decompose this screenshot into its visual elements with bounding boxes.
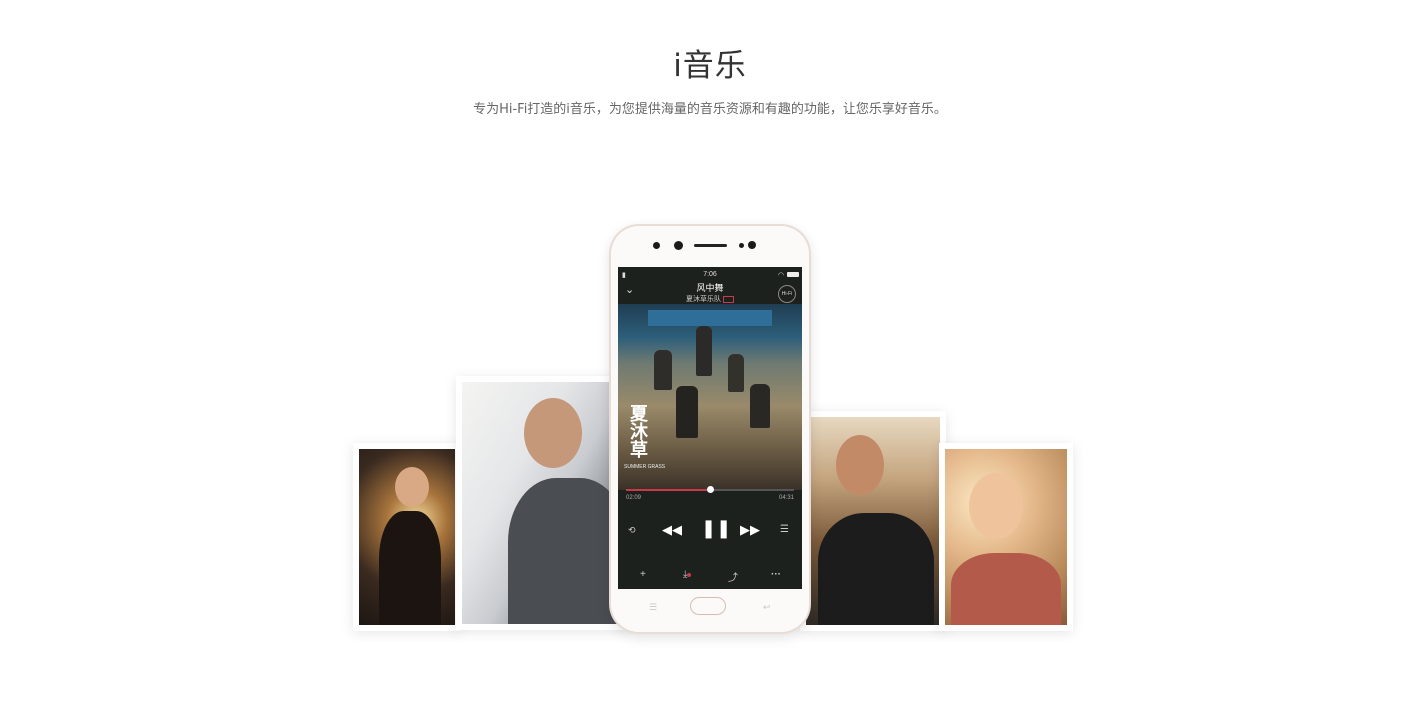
guitarist-photo	[462, 382, 622, 624]
back-key-icon[interactable]: ↩	[763, 602, 771, 613]
band-member	[750, 384, 770, 428]
album-cover-title: 夏沐草	[627, 404, 648, 458]
sq-badge	[722, 295, 734, 303]
guitarist-head	[524, 398, 582, 468]
home-button[interactable]	[690, 597, 726, 615]
album-cover: 夏沐草 SUMMER GRASS	[618, 304, 802, 490]
page-subtitle: 专为Hi-Fi打造的i音乐，为您提供海量的音乐资源和有趣的功能，让您乐享好音乐。	[473, 102, 947, 117]
more-icon[interactable]: ···	[771, 569, 781, 580]
hifi-button[interactable]: Hi-Fi	[778, 285, 796, 303]
photo-card-singer	[353, 443, 461, 631]
guitarist-body	[508, 478, 622, 624]
male-singer-body	[818, 513, 934, 625]
band-member	[696, 326, 712, 376]
download-icon[interactable]: ⤓	[683, 569, 692, 580]
earpiece-speaker	[694, 244, 727, 247]
singer-photo	[359, 449, 455, 625]
page-title: i音乐	[673, 48, 747, 84]
next-icon[interactable]: ▶▶	[740, 522, 760, 538]
band-member	[676, 386, 698, 438]
time-elapsed: 02:09	[626, 495, 642, 501]
wifi-icon: ◠	[777, 272, 784, 279]
stage-banner	[648, 310, 772, 326]
sensor-dot	[653, 242, 660, 249]
status-bar: ▮ 7:06 ◠	[618, 271, 802, 281]
singer-body	[379, 511, 441, 625]
playlist-icon[interactable]: ☰	[780, 524, 789, 535]
headphones-girl-body	[951, 553, 1061, 625]
progress-fill	[626, 489, 710, 491]
phone-mockup: ▮ 7:06 ◠ ⌄ 风中舞 夏沐草乐队 Hi-Fi 夏沐草 SUMMER GR…	[611, 226, 809, 632]
band-member	[728, 354, 744, 392]
status-time: 7:06	[703, 271, 717, 278]
pause-icon[interactable]: ❚❚	[701, 518, 731, 539]
share-icon[interactable]: ⤴	[728, 569, 738, 584]
photo-card-guitarist	[456, 376, 628, 630]
photo-card-headphones	[939, 443, 1073, 631]
front-camera	[674, 241, 683, 250]
battery-icon	[787, 272, 799, 277]
album-cover-subtitle: SUMMER GRASS	[624, 464, 666, 470]
artist-label: 夏沐草乐队	[686, 296, 722, 303]
music-player-screen: ▮ 7:06 ◠ ⌄ 风中舞 夏沐草乐队 Hi-Fi 夏沐草 SUMMER GR…	[618, 267, 802, 589]
progress-bar[interactable]	[626, 486, 794, 493]
sensor-dot	[739, 243, 744, 248]
headphones-photo	[945, 449, 1067, 625]
photo-card-male-singer	[800, 411, 946, 631]
previous-icon[interactable]: ◀◀	[662, 522, 682, 538]
male-singer-photo	[806, 417, 940, 625]
progress-handle[interactable]	[707, 486, 714, 493]
time-total: 04:31	[778, 495, 794, 501]
repeat-icon[interactable]: ⟲	[628, 525, 636, 536]
singer-head	[395, 467, 429, 507]
add-icon[interactable]: +	[640, 569, 646, 580]
male-singer-head	[836, 435, 884, 495]
song-title: 风中舞	[696, 283, 724, 293]
headphones-girl-head	[969, 473, 1023, 539]
signal-icon: ▮	[622, 272, 626, 279]
menu-key-icon[interactable]: ☰	[649, 602, 657, 613]
band-member	[654, 350, 672, 390]
artist-name: 夏沐草乐队	[618, 294, 802, 304]
front-camera-2	[748, 241, 756, 249]
download-dot	[687, 573, 692, 577]
